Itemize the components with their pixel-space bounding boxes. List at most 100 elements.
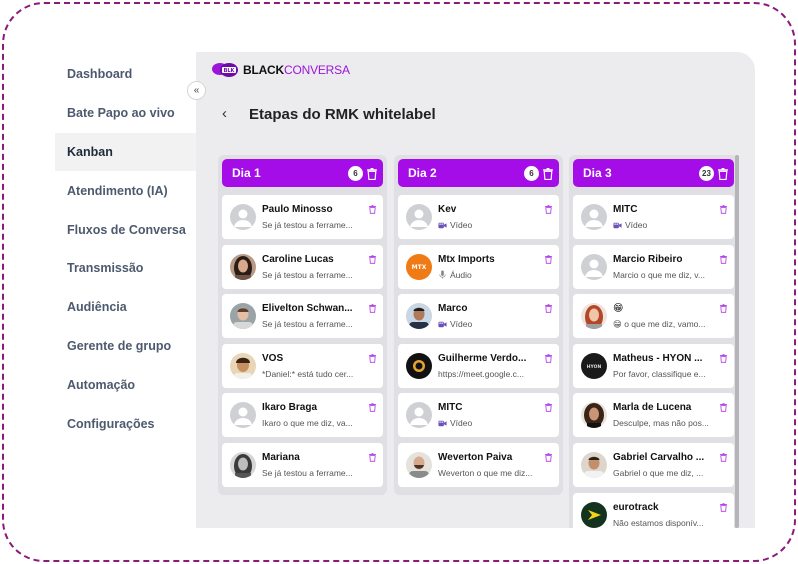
sidebar-item-fluxos-de-conversa[interactable]: Fluxos de Conversa	[55, 210, 196, 249]
back-button[interactable]: ‹	[222, 105, 227, 122]
double-chevron-left-icon: «	[193, 85, 200, 96]
avatar	[581, 452, 607, 478]
page-title: Etapas do RMK whitelabel	[249, 106, 436, 123]
delete-column-trash-icon[interactable]	[367, 167, 377, 181]
contact-card[interactable]: Paulo Minosso Se já testou a ferrame...	[222, 195, 383, 239]
delete-card-trash-icon[interactable]	[720, 251, 727, 264]
chevron-left-icon: ‹	[222, 105, 227, 122]
last-message-text: Vídeo	[450, 319, 473, 330]
contact-card[interactable]: Mariana Se já testou a ferrame...	[222, 443, 383, 487]
sidebar-item-dashboard[interactable]: Dashboard	[55, 55, 196, 94]
sidebar-item-atendimento-ia[interactable]: Atendimento (IA)	[55, 171, 196, 210]
delete-card-trash-icon[interactable]	[545, 300, 552, 313]
collapse-sidebar-button[interactable]: «	[187, 81, 206, 100]
brand-logo: BLK BLACKCONVERSA	[210, 60, 350, 80]
last-message-text: Marcio o que me diz, v...	[613, 269, 705, 280]
last-message: Se já testou a ferrame...	[262, 319, 374, 329]
contact-card[interactable]: Marla de Lucena Desculpe, mas não pos...	[573, 393, 734, 438]
delete-card-trash-icon[interactable]	[545, 201, 552, 214]
contact-card[interactable]: MTX Mtx Imports Áudio	[398, 244, 559, 289]
delete-card-trash-icon[interactable]	[369, 201, 376, 214]
contact-card[interactable]: VOS *Daniel:* está tudo cer...	[222, 343, 383, 388]
last-message: Vídeo	[438, 418, 550, 428]
delete-column-trash-icon[interactable]	[543, 167, 553, 181]
contact-name: 😁	[613, 303, 624, 315]
scrollbar-thumb[interactable]	[735, 155, 739, 528]
delete-card-trash-icon[interactable]	[369, 350, 376, 363]
sidebar-item-label: Dashboard	[67, 67, 133, 82]
delete-card-trash-icon[interactable]	[369, 251, 376, 264]
logo-wordmark: BLACKCONVERSA	[243, 63, 350, 77]
sidebar-item-gerente-de-grupo[interactable]: Gerente de grupo	[55, 327, 196, 366]
delete-card-trash-icon[interactable]	[720, 350, 727, 363]
contact-name: Marla de Lucena	[613, 402, 692, 414]
last-message-text: Weverton o que me diz...	[438, 468, 533, 478]
last-message-text: Por favor, classifique e...	[613, 368, 706, 379]
contact-card[interactable]: Gabriel Carvalho ... Gabriel o que me diz…	[573, 443, 734, 487]
sidebar-item-transmissao[interactable]: Transmissão	[55, 249, 196, 288]
delete-card-trash-icon[interactable]	[545, 449, 552, 462]
avatar	[230, 352, 256, 379]
contact-card[interactable]: Weverton Paiva Weverton o que me diz...	[398, 443, 559, 487]
delete-column-trash-icon[interactable]	[718, 167, 728, 181]
delete-card-trash-icon[interactable]	[720, 300, 727, 313]
video-icon	[438, 221, 447, 230]
sidebar-item-automacao[interactable]: Automação	[55, 365, 196, 404]
board-scrollbar[interactable]	[735, 155, 739, 528]
sidebar-item-configuracoes[interactable]: Configurações	[55, 404, 196, 443]
column-header: Dia 3 23	[573, 159, 734, 187]
sidebar-item-label: Kanban	[67, 144, 113, 159]
sidebar-item-audiencia[interactable]: Audiência	[55, 288, 196, 327]
contact-card[interactable]: Elivelton Schwan... Se já testou a ferram…	[222, 294, 383, 339]
last-message-text: Se já testou a ferrame...	[262, 468, 353, 478]
last-message: Não estamos disponív...	[613, 518, 725, 528]
video-icon	[438, 419, 447, 428]
contact-card[interactable]: HYON Matheus - HYON ... Por favor, classif…	[573, 343, 734, 388]
last-message: https://meet.google.c...	[438, 369, 550, 379]
contact-name: Guilherme Verdo...	[438, 352, 527, 364]
delete-card-trash-icon[interactable]	[545, 399, 552, 413]
contact-card[interactable]: Guilherme Verdo... https://meet.google.c.…	[398, 343, 559, 388]
last-message-text: Se já testou a ferrame...	[262, 220, 353, 230]
last-message-text: Se já testou a ferrame...	[262, 319, 353, 330]
video-icon	[438, 320, 447, 329]
avatar	[230, 303, 256, 330]
contact-card[interactable]: Ikaro Braga Ikaro o que me diz, va...	[222, 393, 383, 438]
mic-icon	[438, 270, 447, 279]
contact-name: eurotrack	[613, 501, 659, 513]
contact-card[interactable]: Caroline Lucas Se já testou a ferrame...	[222, 244, 383, 289]
avatar	[230, 452, 256, 478]
delete-card-trash-icon[interactable]	[369, 399, 376, 413]
contact-card[interactable]: Marcio Ribeiro Marcio o que me diz, v...	[573, 244, 734, 289]
delete-card-trash-icon[interactable]	[720, 201, 727, 214]
delete-card-trash-icon[interactable]	[720, 399, 727, 413]
contact-card[interactable]: Kev Vídeo	[398, 195, 559, 239]
contact-card[interactable]: eurotrack Não estamos disponív...	[573, 492, 734, 528]
contact-name: Caroline Lucas	[262, 253, 334, 265]
avatar	[581, 204, 607, 230]
delete-card-trash-icon[interactable]	[720, 449, 727, 462]
kanban-column-dia-1: Dia 1 6 Paulo Minosso Se já testou a ferram…	[218, 155, 387, 495]
last-message: Por favor, classifique e...	[613, 369, 725, 379]
contact-card[interactable]: MITC Vídeo	[398, 393, 559, 438]
last-message-text: Vídeo	[450, 220, 473, 230]
delete-card-trash-icon[interactable]	[720, 499, 727, 512]
delete-card-trash-icon[interactable]	[545, 350, 552, 363]
sidebar-item-bate-papo-ao-vivo[interactable]: Bate Papo ao vivo	[55, 94, 196, 133]
contact-card[interactable]: 😁 😁 o que me diz, vamo...	[573, 294, 734, 339]
last-message: Ikaro o que me diz, va...	[262, 418, 374, 428]
delete-card-trash-icon[interactable]	[545, 251, 552, 264]
delete-card-trash-icon[interactable]	[369, 449, 376, 462]
column-title: Dia 3	[583, 166, 612, 180]
contact-name: MITC	[613, 204, 638, 215]
sidebar-item-kanban[interactable]: Kanban	[55, 132, 196, 172]
sidebar-item-label: Automação	[67, 377, 136, 392]
last-message: Vídeo	[438, 319, 550, 329]
delete-card-trash-icon[interactable]	[369, 300, 376, 313]
logo-chat-bubbles-icon: BLK	[212, 63, 238, 77]
contact-card[interactable]: MITC Vídeo	[573, 195, 734, 239]
last-message-text: 😁 o que me diz, vamo...	[613, 319, 706, 330]
contact-card[interactable]: Marco Vídeo	[398, 294, 559, 339]
sidebar: Dashboard Bate Papo ao vivo Kanban Atendime…	[55, 52, 196, 528]
column-header: Dia 2 6	[398, 159, 559, 187]
